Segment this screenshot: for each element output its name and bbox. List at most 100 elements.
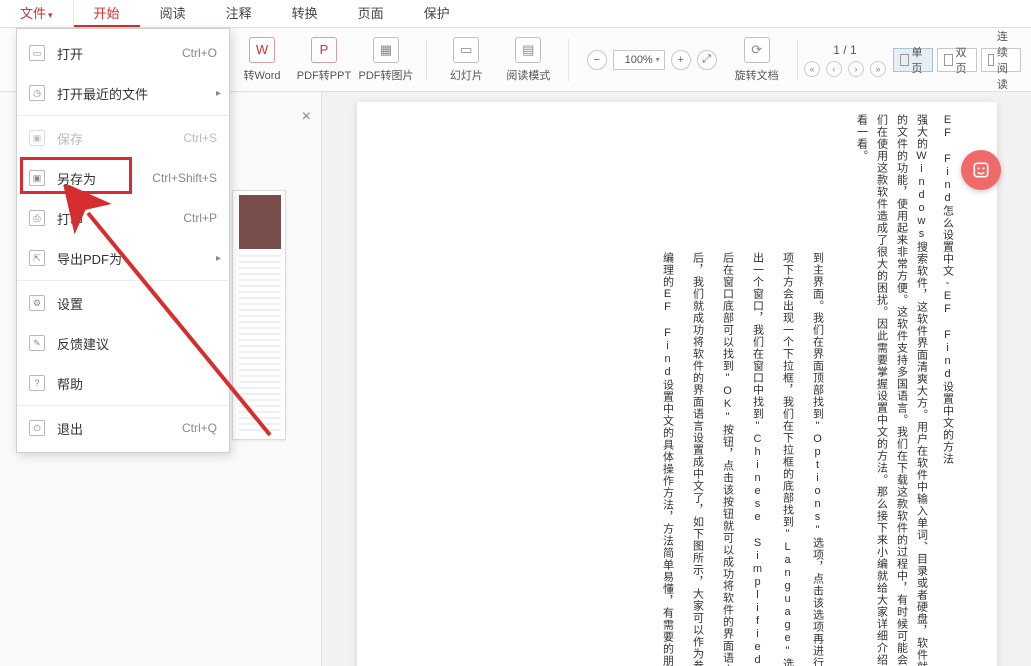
doc-paragraph: 出一个窗口，我们在窗口中找到"Chinese Simplified（简体中文）"… xyxy=(747,252,767,666)
zoom-group: − 100% + ⤢ xyxy=(587,50,717,70)
export-icon: ⇱ xyxy=(29,250,45,266)
thumbnail-text-lines xyxy=(239,255,281,431)
word-icon: W xyxy=(249,37,275,63)
file-dropdown-menu: ▭ 打开 Ctrl+O ◷ 打开最近的文件 ▸ ▣ 保存 Ctrl+S ▣ 另存… xyxy=(16,28,230,453)
app-window: { "menubar": { "file": "文件", "tabs": ["开… xyxy=(0,0,1031,666)
feedback-icon: ✎ xyxy=(29,335,45,351)
chevron-right-icon: ▸ xyxy=(216,253,221,264)
btn-rotate-label: 旋转文档 xyxy=(735,67,779,83)
page-next-button[interactable]: › xyxy=(848,61,864,77)
menu-export-pdf-label: 导出PDF为 xyxy=(57,249,217,268)
menu-open-recent-label: 打开最近的文件 xyxy=(57,84,217,103)
menu-save-as-label: 另存为 xyxy=(57,169,152,188)
ppt-icon: P xyxy=(311,37,337,63)
menu-open-recent[interactable]: ◷ 打开最近的文件 ▸ xyxy=(17,73,229,113)
menu-tab-start[interactable]: 开始 xyxy=(74,0,140,27)
doc-paragraph: 们在使用这款软件造成了很大的困扰。因此需要掌握设置中文的方法。那么接下来小编就给… xyxy=(871,114,891,666)
menu-open[interactable]: ▭ 打开 Ctrl+O xyxy=(17,33,229,73)
menu-tab-read[interactable]: 阅读 xyxy=(140,0,206,27)
menu-tab-annotate[interactable]: 注释 xyxy=(206,0,272,27)
btn-to-word-label: 转Word xyxy=(243,67,280,83)
help-icon: ? xyxy=(29,375,45,391)
view-mode-group: 单页 双页 连续阅读 xyxy=(893,48,1021,72)
page-number: 1 / 1 xyxy=(833,43,856,57)
pdf-page: EF Find怎么设置中文-EF Find设置中文的方法 强大的Windows搜… xyxy=(357,102,997,666)
gear-icon: ⚙ xyxy=(29,295,45,311)
smile-icon xyxy=(971,160,991,180)
menu-print-label: 打印 xyxy=(57,209,183,228)
readmode-icon: ▤ xyxy=(515,37,541,63)
document-viewport[interactable]: EF Find怎么设置中文-EF Find设置中文的方法 强大的Windows搜… xyxy=(322,92,1031,666)
rotate-icon: ⟳ xyxy=(744,37,770,63)
view-single-button[interactable]: 单页 xyxy=(893,48,933,72)
exit-icon: ⏻ xyxy=(29,420,45,436)
zoom-fit-button[interactable]: ⤢ xyxy=(697,50,717,70)
btn-slideshow[interactable]: ▭ 幻灯片 xyxy=(444,37,488,83)
doc-paragraph: 项下方会出现一个下拉框，我们在下拉框的底部找到"Language"选项并点击即可… xyxy=(777,252,797,666)
page-first-button[interactable]: « xyxy=(804,61,820,77)
menu-export-pdf[interactable]: ⇱ 导出PDF为 ▸ xyxy=(17,238,229,278)
menu-feedback-label: 反馈建议 xyxy=(57,334,217,353)
btn-to-ppt[interactable]: P PDF转PPT xyxy=(302,37,346,83)
page-last-button[interactable]: » xyxy=(870,61,886,77)
assistant-float-button[interactable] xyxy=(961,150,1001,190)
btn-readmode[interactable]: ▤ 阅读模式 xyxy=(506,37,550,83)
view-single-label: 单页 xyxy=(912,44,926,76)
menu-save[interactable]: ▣ 保存 Ctrl+S xyxy=(17,118,229,158)
zoom-value[interactable]: 100% xyxy=(613,50,665,70)
btn-readmode-label: 阅读模式 xyxy=(506,67,550,83)
btn-to-word[interactable]: W 转Word xyxy=(240,37,284,83)
thumbnail-image-block xyxy=(239,195,281,249)
menu-open-shortcut: Ctrl+O xyxy=(182,46,217,60)
menu-settings-label: 设置 xyxy=(57,294,217,313)
doc-paragraph: 后，我们就成功将软件的界面语言设置成中文了，如下图所示，大家可以作为参考。 xyxy=(687,252,707,666)
image-icon: ▦ xyxy=(373,37,399,63)
continuous-icon xyxy=(988,54,994,66)
menu-exit[interactable]: ⏻ 退出 Ctrl+Q xyxy=(17,408,229,448)
menu-exit-label: 退出 xyxy=(57,419,182,438)
doc-paragraph: 看一看。 xyxy=(851,114,871,162)
slideshow-icon: ▭ xyxy=(453,37,479,63)
menu-open-label: 打开 xyxy=(57,44,182,63)
chevron-right-icon: ▸ xyxy=(216,88,221,99)
btn-to-image-label: PDF转图片 xyxy=(359,67,414,83)
print-icon: ⎙ xyxy=(29,210,45,226)
menu-save-as[interactable]: ▣ 另存为 Ctrl+Shift+S xyxy=(17,158,229,198)
single-page-icon xyxy=(900,54,909,66)
menu-save-shortcut: Ctrl+S xyxy=(183,131,217,145)
recent-icon: ◷ xyxy=(29,85,45,101)
zoom-in-button[interactable]: + xyxy=(671,50,691,70)
page-prev-button[interactable]: ‹ xyxy=(826,61,842,77)
menu-file[interactable]: 文件 xyxy=(0,0,74,27)
view-double-label: 双页 xyxy=(956,44,970,76)
view-double-button[interactable]: 双页 xyxy=(937,48,977,72)
menu-separator xyxy=(17,405,229,406)
btn-to-image[interactable]: ▦ PDF转图片 xyxy=(364,37,408,83)
doc-paragraph: 到主界面。我们在界面顶部找到"Options"选项，点击该选项再进行下一步操作。 xyxy=(807,252,827,666)
page-indicator: 1 / 1 « ‹ › » xyxy=(815,43,875,77)
menu-bar: 文件 开始 阅读 注释 转换 页面 保护 xyxy=(0,0,1031,28)
menu-tab-convert[interactable]: 转换 xyxy=(272,0,338,27)
menu-tab-page[interactable]: 页面 xyxy=(338,0,404,27)
page-thumbnail[interactable] xyxy=(232,190,286,440)
menu-save-as-shortcut: Ctrl+Shift+S xyxy=(152,171,217,185)
close-icon[interactable]: × xyxy=(302,108,311,126)
view-continuous-button[interactable]: 连续阅读 xyxy=(981,48,1021,72)
menu-settings[interactable]: ⚙ 设置 xyxy=(17,283,229,323)
menu-separator xyxy=(17,115,229,116)
menu-help[interactable]: ? 帮助 xyxy=(17,363,229,403)
saveas-icon: ▣ xyxy=(29,170,45,186)
menu-feedback[interactable]: ✎ 反馈建议 xyxy=(17,323,229,363)
btn-to-ppt-label: PDF转PPT xyxy=(297,67,351,83)
menu-print[interactable]: ⎙ 打印 Ctrl+P xyxy=(17,198,229,238)
save-icon: ▣ xyxy=(29,130,45,146)
menu-tab-protect[interactable]: 保护 xyxy=(404,0,470,27)
btn-rotate[interactable]: ⟳ 旋转文档 xyxy=(735,37,779,83)
doc-paragraph: 的文件的功能，使用起来非常方便。这软件支持多国语言。我们在下载这款软件的过程中，… xyxy=(891,114,911,666)
doc-paragraph: 强大的Windows搜索软件，这软件界面清爽大方。用户在软件中输入单词、目录或者… xyxy=(911,114,931,666)
menu-print-shortcut: Ctrl+P xyxy=(183,211,217,225)
zoom-out-button[interactable]: − xyxy=(587,50,607,70)
menu-save-label: 保存 xyxy=(57,129,183,148)
open-icon: ▭ xyxy=(29,45,45,61)
doc-paragraph: 编理的EF Find设置中文的具体操作方法，方法简单易懂，有需要的朋友可以看一看… xyxy=(657,252,677,666)
